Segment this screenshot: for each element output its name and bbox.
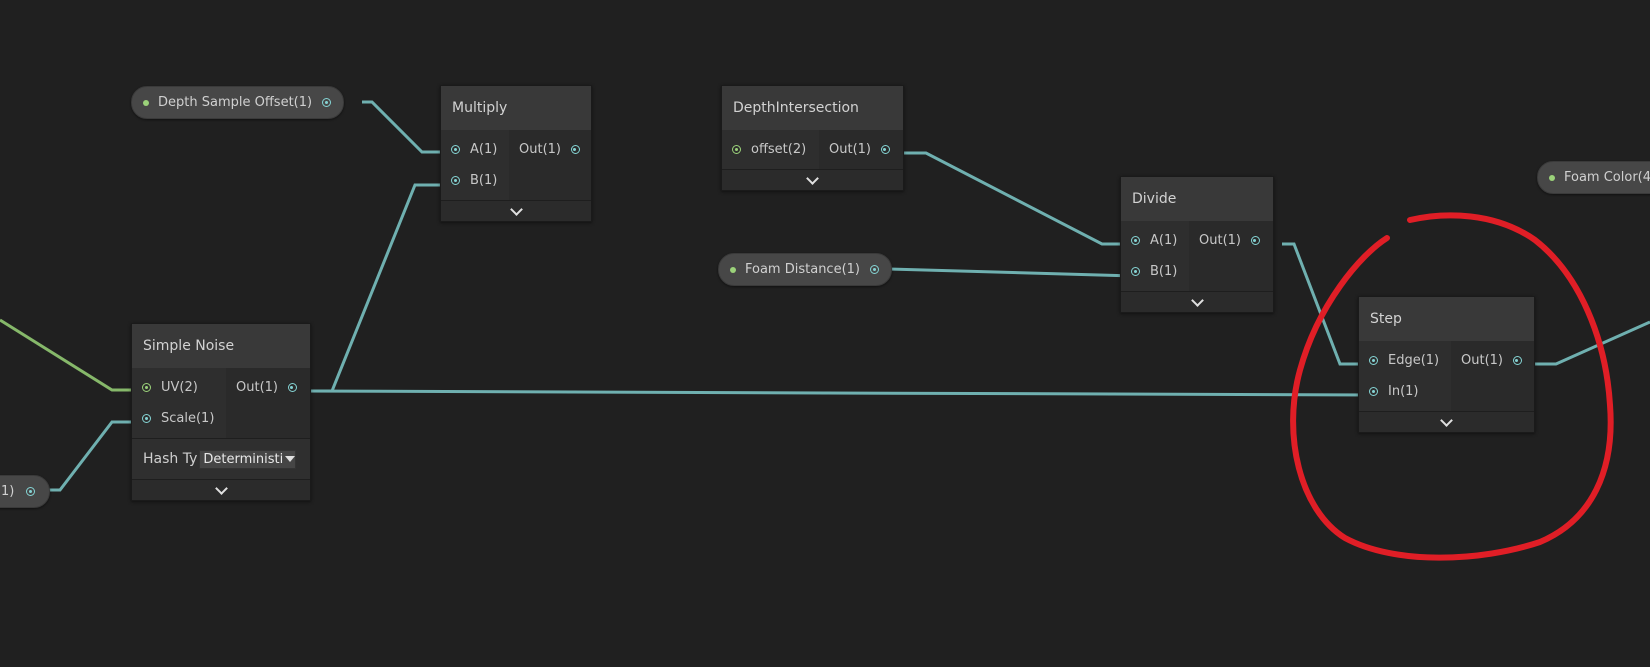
port-label: Out(1) [829, 142, 871, 157]
output-port-icon[interactable] [870, 265, 879, 274]
wire-noise-to-step-in[interactable] [299, 389, 1374, 397]
property-label: Foam Distance(1) [745, 262, 860, 277]
port-label: A(1) [1150, 233, 1178, 248]
depth-intersection-node[interactable]: DepthIntersection offset(2) Out(1) [721, 85, 904, 191]
port-icon[interactable] [1369, 387, 1378, 396]
expand-toggle[interactable] [1121, 291, 1273, 312]
wire-uv-to-noise[interactable] [0, 318, 145, 392]
port-label: Out(1) [1461, 353, 1503, 368]
output-port[interactable]: Out(1) [509, 134, 591, 165]
port-icon[interactable] [451, 145, 460, 154]
dropdown-arrow-icon [285, 456, 296, 462]
output-port-icon[interactable] [26, 487, 36, 496]
port-label: A(1) [470, 142, 498, 157]
input-port-offset[interactable]: offset(2) [722, 134, 819, 165]
port-icon[interactable] [287, 383, 297, 392]
foam-color-property[interactable]: Foam Color(4 [1537, 161, 1650, 194]
wire-step-out[interactable] [1528, 320, 1650, 366]
property-label: 1) [1, 484, 15, 499]
port-icon[interactable] [1369, 356, 1378, 365]
expand-toggle[interactable] [1359, 411, 1534, 432]
port-label: Edge(1) [1388, 353, 1440, 368]
port-icon[interactable] [1131, 236, 1140, 245]
depth-sample-offset-property[interactable]: Depth Sample Offset(1) [131, 86, 345, 119]
input-port-in[interactable]: In(1) [1359, 376, 1451, 407]
port-icon[interactable] [1512, 356, 1522, 365]
hash-type-row: Hash Ty Deterministi [132, 438, 310, 479]
node-title: Simple Noise [132, 324, 310, 368]
chevron-down-icon [1190, 293, 1204, 307]
port-label: UV(2) [161, 380, 198, 395]
chevron-down-icon [1440, 413, 1453, 427]
port-label: offset(2) [751, 142, 807, 157]
input-port-scale[interactable]: Scale(1) [132, 403, 226, 434]
port-icon[interactable] [142, 383, 151, 392]
port-label: Out(1) [236, 380, 278, 395]
chevron-down-icon [214, 481, 228, 495]
port-icon[interactable] [1131, 267, 1140, 276]
port-icon[interactable] [570, 145, 580, 154]
node-title: Multiply [441, 86, 591, 130]
port-label: B(1) [1150, 264, 1178, 279]
property-label: Depth Sample Offset(1) [158, 95, 313, 110]
output-port[interactable]: Out(1) [1451, 345, 1534, 376]
node-title: Divide [1121, 177, 1273, 221]
expand-toggle[interactable] [441, 200, 591, 221]
wire-noise-to-multiply-b[interactable] [300, 183, 455, 393]
port-icon[interactable] [880, 145, 890, 154]
dropdown-value: Deterministi [203, 451, 284, 467]
port-icon[interactable] [451, 176, 460, 185]
output-port[interactable]: Out(1) [819, 134, 903, 165]
simple-noise-node[interactable]: Simple Noise UV(2) Scale(1) Out(1) Hash … [131, 323, 311, 501]
port-label: Scale(1) [161, 411, 215, 426]
port-label: Out(1) [519, 142, 561, 157]
input-port-uv[interactable]: UV(2) [132, 372, 226, 403]
chevron-down-icon [806, 171, 819, 185]
node-title: DepthIntersection [722, 86, 903, 130]
property-type-icon [143, 99, 149, 106]
hash-type-dropdown[interactable]: Deterministi [199, 449, 297, 469]
port-label: In(1) [1388, 384, 1419, 399]
property-type-icon [1549, 174, 1555, 181]
port-icon[interactable] [1250, 236, 1260, 245]
hash-type-label: Hash Ty [143, 451, 198, 467]
port-label: B(1) [470, 173, 498, 188]
output-port[interactable]: Out(1) [1189, 225, 1273, 256]
expand-toggle[interactable] [132, 479, 310, 500]
port-label: Out(1) [1199, 233, 1241, 248]
input-port-b[interactable]: B(1) [1121, 256, 1189, 287]
property-type-icon [730, 266, 736, 273]
step-node[interactable]: Step Edge(1) In(1) Out(1) [1358, 296, 1535, 433]
chevron-down-icon [509, 202, 523, 216]
expand-toggle[interactable] [722, 169, 903, 190]
port-icon[interactable] [732, 145, 741, 154]
node-title: Step [1359, 297, 1534, 341]
input-port-edge[interactable]: Edge(1) [1359, 345, 1451, 376]
input-port-b[interactable]: B(1) [441, 165, 509, 196]
multiply-node[interactable]: Multiply A(1) B(1) Out(1) [440, 85, 592, 222]
input-port-a[interactable]: A(1) [441, 134, 509, 165]
divide-node[interactable]: Divide A(1) B(1) Out(1) [1120, 176, 1274, 313]
port-icon[interactable] [142, 414, 151, 423]
property-label: Foam Color(4 [1564, 170, 1650, 185]
output-port-icon[interactable] [322, 98, 332, 107]
wire-foam-distance-to-divide-b[interactable] [887, 267, 1135, 278]
wire-depth-to-divide-a[interactable] [889, 151, 1134, 246]
foam-distance-property[interactable]: Foam Distance(1) [718, 253, 892, 286]
output-port[interactable]: Out(1) [226, 372, 310, 403]
partial-property-node[interactable]: 1) [0, 475, 50, 508]
input-port-a[interactable]: A(1) [1121, 225, 1189, 256]
